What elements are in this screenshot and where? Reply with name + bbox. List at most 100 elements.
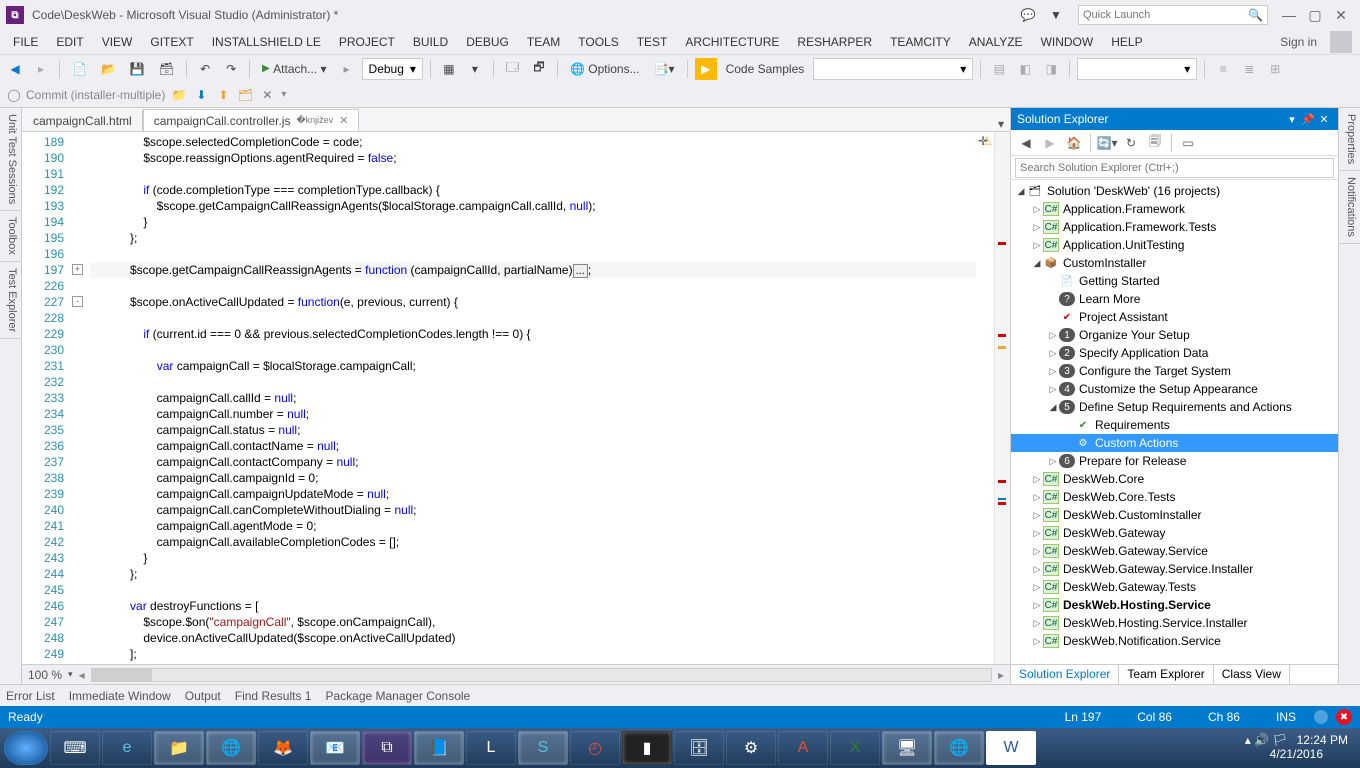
menu-team[interactable]: TEAM: [518, 32, 569, 52]
minimize-button[interactable]: —: [1276, 7, 1302, 23]
fold-gutter[interactable]: +-: [72, 132, 86, 664]
menu-view[interactable]: VIEW: [93, 32, 142, 52]
menu-installshield-le[interactable]: INSTALLSHIELD LE: [203, 32, 330, 52]
menu-project[interactable]: PROJECT: [330, 32, 404, 52]
scrollbar-track[interactable]: [994, 132, 1010, 664]
commit-button[interactable]: ◯ Commit (installer-multiple): [6, 87, 165, 103]
arrow-up-icon[interactable]: ⬆: [215, 87, 231, 103]
options-button[interactable]: 🌐 Options...: [565, 58, 645, 80]
search-icon[interactable]: 🔍: [1248, 8, 1263, 22]
sync-icon[interactable]: 🔄▾: [1096, 132, 1118, 154]
tree-item[interactable]: ⚙Custom Actions: [1011, 434, 1338, 452]
taskbar-ie[interactable]: e: [102, 731, 152, 765]
taskbar-excel[interactable]: X: [830, 731, 880, 765]
taskbar-chrome[interactable]: 🌐: [206, 731, 256, 765]
save-button[interactable]: 💾: [125, 58, 150, 80]
menu-build[interactable]: BUILD: [404, 32, 457, 52]
start-orb[interactable]: [4, 731, 48, 765]
menu-gitext[interactable]: GITEXT: [141, 32, 202, 52]
tb-icon-1[interactable]: ▦: [438, 58, 460, 80]
menu-help[interactable]: HELP: [1102, 32, 1151, 52]
tree-item[interactable]: ▷C#DeskWeb.Hosting.Service.Installer: [1011, 614, 1338, 632]
taskbar-firefox[interactable]: 🦊: [258, 731, 308, 765]
tree-item[interactable]: ▷3Configure the Target System: [1011, 362, 1338, 380]
redo-button[interactable]: ↷: [220, 58, 242, 80]
resharper-error-icon[interactable]: ✖: [1336, 709, 1352, 725]
tree-item[interactable]: ◢5Define Setup Requirements and Actions: [1011, 398, 1338, 416]
tb-dropdown-2[interactable]: ▾: [1077, 58, 1197, 80]
btab-find[interactable]: Find Results 1: [235, 689, 312, 703]
solution-search[interactable]: [1011, 156, 1338, 180]
tb-icon-8[interactable]: ◨: [1040, 58, 1062, 80]
tab-campaigncall-html[interactable]: campaignCall.html: [22, 109, 143, 131]
tree-item[interactable]: ?Learn More: [1011, 290, 1338, 308]
tree-item[interactable]: ▷6Prepare for Release: [1011, 452, 1338, 470]
close-tab-icon[interactable]: ✕: [339, 114, 348, 127]
taskbar-cmd[interactable]: ▮: [622, 731, 672, 765]
taskbar-vs[interactable]: ⧉: [362, 731, 412, 765]
save-all-button[interactable]: 🗃: [154, 58, 179, 80]
taskbar-app-1[interactable]: ⌨: [50, 731, 100, 765]
tree-item[interactable]: ✔Project Assistant: [1011, 308, 1338, 326]
flag-icon[interactable]: ▼: [1046, 5, 1066, 25]
tree-item[interactable]: ▷4Customize the Setup Appearance: [1011, 380, 1338, 398]
tree-item[interactable]: ▷2Specify Application Data: [1011, 344, 1338, 362]
home-icon[interactable]: 🏠: [1063, 132, 1085, 154]
taskbar-app-2[interactable]: 📘: [414, 731, 464, 765]
taskbar-clock[interactable]: ▴ 🔊 🏳 12:24 PM4/21/2016: [1237, 734, 1356, 762]
tree-item[interactable]: ✔Requirements: [1011, 416, 1338, 434]
rail-test-explorer[interactable]: Test Explorer: [0, 262, 21, 339]
menu-analyze[interactable]: ANALYZE: [960, 32, 1032, 52]
tree-item[interactable]: ▷C#DeskWeb.Gateway.Tests: [1011, 578, 1338, 596]
tree-item[interactable]: ▷C#DeskWeb.CustomInstaller: [1011, 506, 1338, 524]
ptab-solution[interactable]: Solution Explorer: [1011, 665, 1119, 684]
taskbar-pdf[interactable]: A: [778, 731, 828, 765]
tb-icon-3[interactable]: 🗔: [501, 58, 524, 80]
new-project-button[interactable]: 📄: [67, 58, 92, 80]
panel-dropdown-icon[interactable]: ▾: [1284, 113, 1300, 126]
back-icon[interactable]: ◀: [1015, 132, 1037, 154]
menu-tools[interactable]: TOOLS: [569, 32, 627, 52]
code-samples-dropdown[interactable]: ▾: [813, 58, 973, 80]
tb-icon-5[interactable]: 📑▾: [649, 58, 680, 80]
stop-button[interactable]: ▸: [336, 58, 358, 80]
tb-icon-10[interactable]: ≣: [1238, 58, 1260, 80]
tb-icon-9[interactable]: ≡: [1212, 58, 1234, 80]
tree-item[interactable]: ▷C#DeskWeb.Notification.Service: [1011, 632, 1338, 650]
taskbar-app-6[interactable]: 🖥: [882, 731, 932, 765]
panel-close-icon[interactable]: ✕: [1316, 113, 1332, 126]
folder-icon[interactable]: 📁: [171, 87, 187, 103]
tb-icon-6[interactable]: ▤: [988, 58, 1010, 80]
tree-item[interactable]: 📄Getting Started: [1011, 272, 1338, 290]
tb-icon-4[interactable]: 🗗: [528, 58, 550, 80]
tree-item[interactable]: ▷C#Application.Framework.Tests: [1011, 218, 1338, 236]
nav-back-button[interactable]: ◀: [4, 58, 26, 80]
btab-output[interactable]: Output: [185, 689, 221, 703]
menu-architecture[interactable]: ARCHITECTURE: [676, 32, 788, 52]
code-body[interactable]: $scope.selectedCompletionCode = code; $s…: [86, 132, 976, 664]
menu-teamcity[interactable]: TEAMCITY: [881, 32, 960, 52]
tree-item[interactable]: ▷C#DeskWeb.Core: [1011, 470, 1338, 488]
tree-item[interactable]: ▷C#Application.UnitTesting: [1011, 236, 1338, 254]
taskbar-chrome-2[interactable]: 🌐: [934, 731, 984, 765]
zoom-level[interactable]: 100 %: [28, 668, 62, 682]
tb-icon-11[interactable]: ⊞: [1264, 58, 1286, 80]
ptab-class[interactable]: Class View: [1214, 665, 1290, 684]
collapse-icon[interactable]: 🗐: [1144, 132, 1166, 154]
sign-in-link[interactable]: Sign in: [1271, 32, 1326, 52]
tree-item[interactable]: ▷1Organize Your Setup: [1011, 326, 1338, 344]
btab-error-list[interactable]: Error List: [6, 689, 55, 703]
menu-file[interactable]: FILE: [4, 32, 47, 52]
open-file-button[interactable]: 📂: [96, 58, 121, 80]
code-editor[interactable]: 1891901911921931941951961972262272282292…: [22, 132, 1010, 664]
panel-pin-icon[interactable]: 📌: [1300, 113, 1316, 126]
close-button[interactable]: ✕: [1328, 7, 1354, 24]
refresh-icon[interactable]: ↻: [1120, 132, 1142, 154]
tree-item[interactable]: ▷C#Application.Framework: [1011, 200, 1338, 218]
btab-immediate[interactable]: Immediate Window: [69, 689, 171, 703]
tb-icon-2[interactable]: ▾: [464, 58, 486, 80]
start-button[interactable]: ▶ Attach... ▾: [257, 58, 331, 80]
tree-item[interactable]: ▷C#DeskWeb.Hosting.Service: [1011, 596, 1338, 614]
tree-item[interactable]: ▷C#DeskWeb.Gateway.Service: [1011, 542, 1338, 560]
h-scrollbar[interactable]: [91, 668, 992, 682]
